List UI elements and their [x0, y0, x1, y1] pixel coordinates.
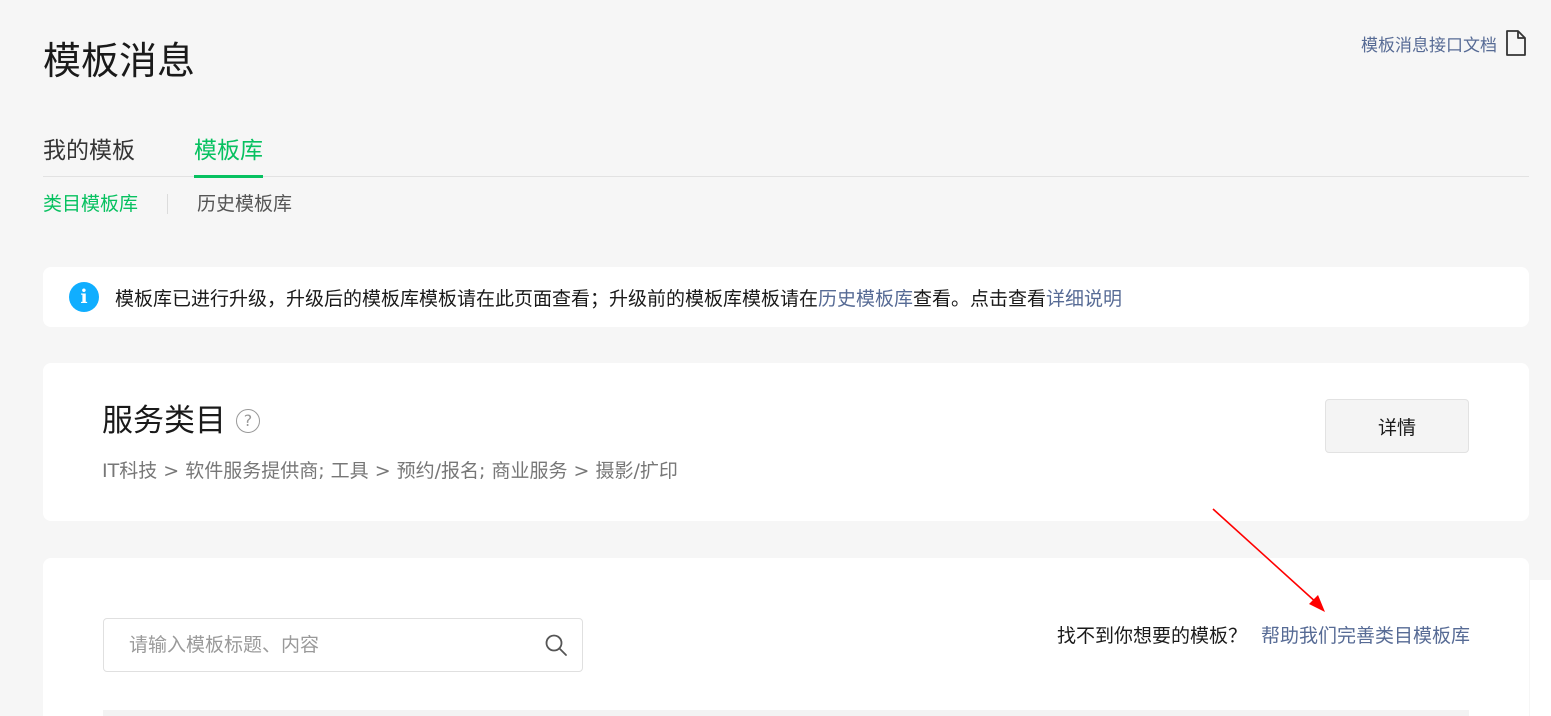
page-title: 模板消息: [43, 39, 196, 83]
subtab-divider: [167, 194, 169, 214]
main-tabs: 我的模板 模板库: [43, 132, 1529, 178]
search-input[interactable]: [104, 619, 544, 671]
subtab-category-library[interactable]: 类目模板库: [43, 189, 138, 219]
notice-detail-link[interactable]: 详细说明: [1046, 284, 1122, 311]
notice-history-link[interactable]: 历史模板库: [818, 284, 913, 311]
search-box: [103, 618, 583, 672]
notice-text-before: 模板库已进行升级，升级后的模板库模板请在此页面查看；升级前的模板库模板请在: [115, 287, 819, 310]
sub-tabs: 类目模板库 历史模板库: [43, 189, 292, 219]
detail-button[interactable]: 详情: [1325, 399, 1469, 453]
scroll-edge: [1530, 580, 1551, 716]
tab-template-library[interactable]: 模板库: [194, 132, 263, 178]
improve-library-link[interactable]: 帮助我们完善类目模板库: [1261, 625, 1470, 647]
service-category-card: 服务类目 ? IT科技 > 软件服务提供商; 工具 > 预约/报名; 商业服务 …: [43, 363, 1529, 521]
help-circle-icon[interactable]: ?: [236, 409, 260, 433]
category-heading: 服务类目 ?: [102, 401, 260, 441]
page: 模板消息 模板消息接口文档 我的模板 模板库 类目模板库 历史模板库 i 模板库…: [0, 0, 1551, 716]
tab-my-templates[interactable]: 我的模板: [43, 132, 135, 177]
document-icon: [1506, 30, 1526, 56]
feedback-text: 找不到你想要的模板？: [1056, 625, 1247, 647]
category-path: IT科技 > 软件服务提供商; 工具 > 预约/报名; 商业服务 > 摄影/扩印: [102, 460, 678, 482]
notice-text-middle: 查看。点击查看: [913, 287, 1047, 310]
info-icon: i: [69, 282, 99, 312]
feedback-row: 找不到你想要的模板？ 帮助我们完善类目模板库: [1057, 621, 1470, 648]
search-icon[interactable]: [544, 633, 568, 657]
subtab-history-library[interactable]: 历史模板库: [197, 189, 292, 219]
api-doc-link[interactable]: 模板消息接口文档: [1361, 30, 1527, 56]
table-header: [103, 710, 1469, 716]
api-doc-link-label: 模板消息接口文档: [1361, 35, 1497, 56]
upgrade-notice: i 模板库已进行升级，升级后的模板库模板请在此页面查看；升级前的模板库模板请在历…: [43, 267, 1529, 327]
template-library-card: 找不到你想要的模板？ 帮助我们完善类目模板库: [43, 558, 1529, 716]
category-title: 服务类目: [102, 403, 226, 439]
